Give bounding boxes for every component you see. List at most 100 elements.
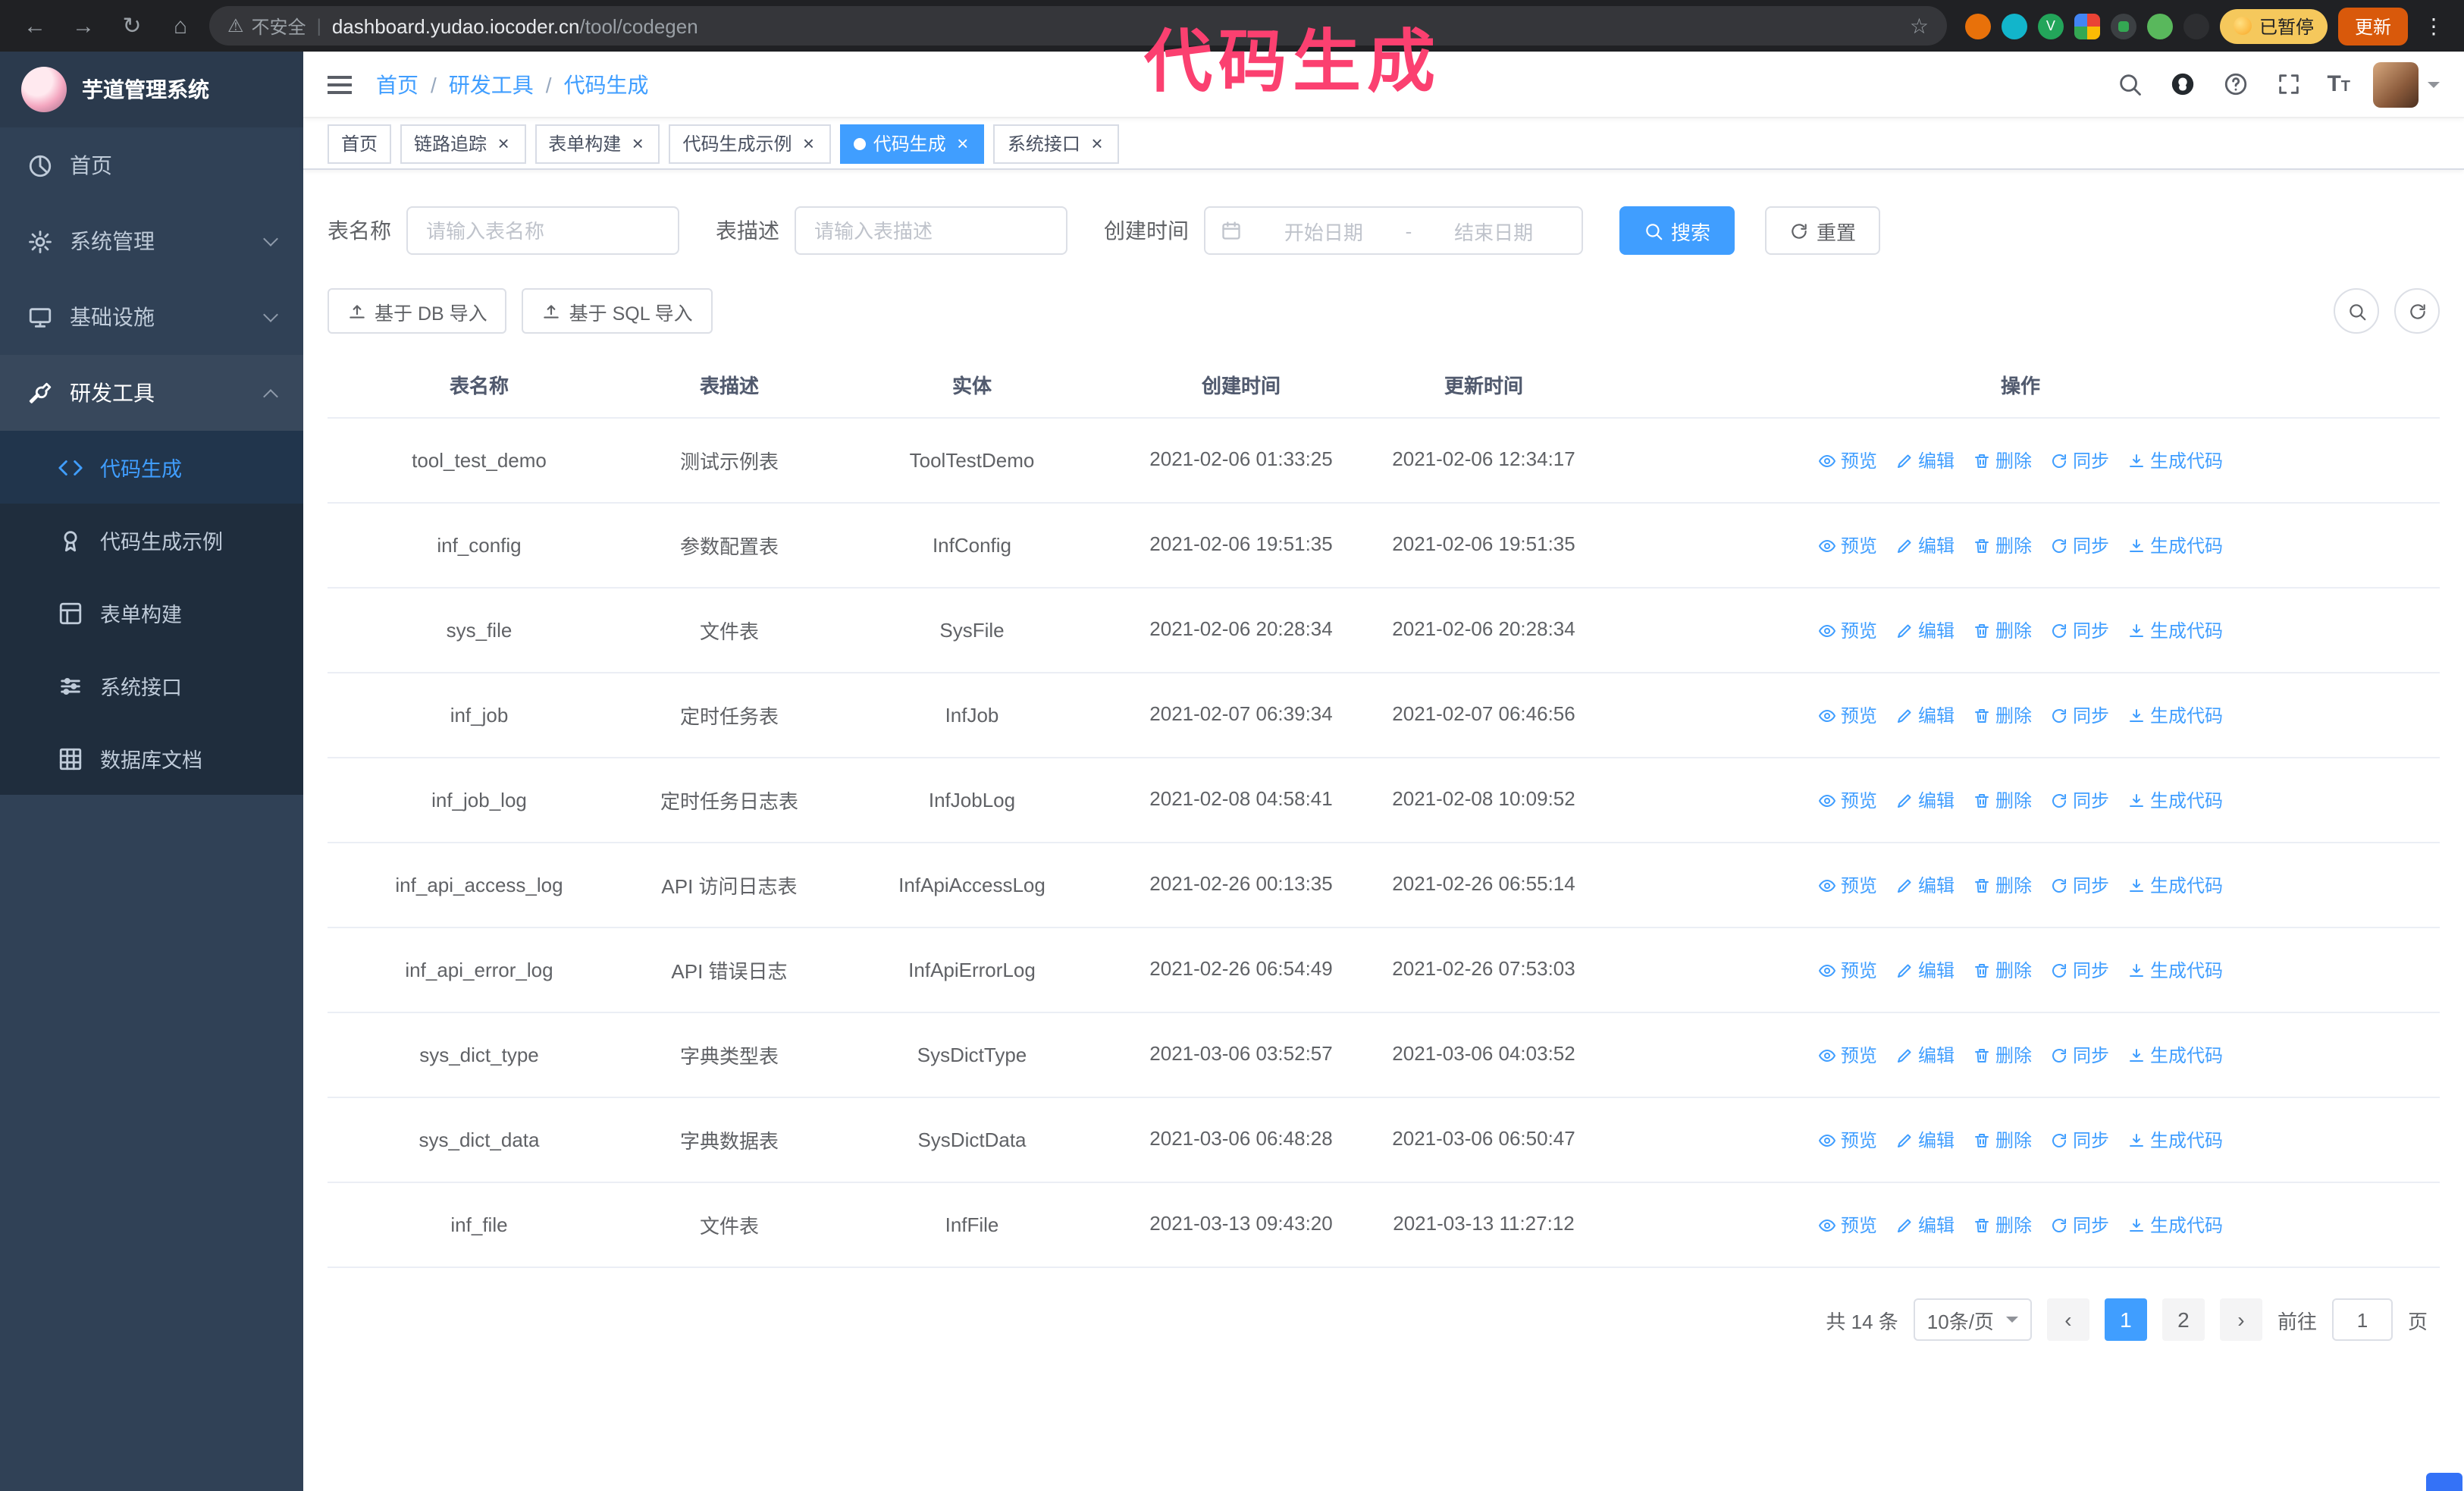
breadcrumb-devtools[interactable]: 研发工具	[449, 69, 534, 99]
preview-link[interactable]: 预览	[1818, 532, 1877, 558]
generate-code-link[interactable]: 生成代码	[2127, 787, 2223, 813]
bookmark-star-icon[interactable]: ☆	[1910, 13, 1929, 39]
tab[interactable]: 链路追踪 ×	[400, 124, 526, 163]
preview-link[interactable]: 预览	[1818, 702, 1877, 728]
page-button-1[interactable]: 1	[2104, 1298, 2147, 1341]
preview-link[interactable]: 预览	[1818, 787, 1877, 813]
browser-menu-icon[interactable]: ⋮	[2419, 13, 2449, 39]
sidebar-toggle-icon[interactable]	[328, 75, 352, 93]
sidebar-item-system[interactable]: 系统管理	[0, 203, 303, 279]
browser-forward-icon[interactable]: →	[64, 6, 103, 46]
extension-icon[interactable]	[1964, 13, 1991, 39]
page-size-select[interactable]: 10条/页	[1913, 1298, 2032, 1341]
import-sql-button[interactable]: 基于 SQL 导入	[522, 288, 713, 334]
preview-link[interactable]: 预览	[1818, 1212, 1877, 1238]
delete-link[interactable]: 删除	[1973, 1127, 2032, 1153]
generate-code-link[interactable]: 生成代码	[2127, 532, 2223, 558]
table-name-input[interactable]	[406, 206, 679, 255]
edit-link[interactable]: 编辑	[1895, 1042, 1955, 1068]
sidebar-item-form-builder[interactable]: 表单构建	[0, 576, 303, 649]
delete-link[interactable]: 删除	[1973, 532, 2032, 558]
sync-link[interactable]: 同步	[2050, 872, 2109, 898]
sidebar-item-devtools[interactable]: 研发工具	[0, 355, 303, 431]
table-desc-input[interactable]	[795, 206, 1067, 255]
sidebar-item-codegen-example[interactable]: 代码生成示例	[0, 504, 303, 576]
edit-link[interactable]: 编辑	[1895, 957, 1955, 983]
sync-link[interactable]: 同步	[2050, 702, 2109, 728]
extension-icon[interactable]	[2146, 13, 2173, 39]
sync-link[interactable]: 同步	[2050, 447, 2109, 473]
browser-reload-icon[interactable]: ↻	[112, 6, 152, 46]
delete-link[interactable]: 删除	[1973, 1212, 2032, 1238]
generate-code-link[interactable]: 生成代码	[2127, 1042, 2223, 1068]
edit-link[interactable]: 编辑	[1895, 1127, 1955, 1153]
page-button-2[interactable]: 2	[2161, 1298, 2205, 1341]
sidebar-item-api[interactable]: 系统接口	[0, 649, 303, 722]
edit-link[interactable]: 编辑	[1895, 532, 1955, 558]
preview-link[interactable]: 预览	[1818, 957, 1877, 983]
sync-link[interactable]: 同步	[2050, 1212, 2109, 1238]
generate-code-link[interactable]: 生成代码	[2127, 957, 2223, 983]
browser-update-button[interactable]: 更新	[2337, 7, 2408, 45]
extension-icon[interactable]	[2183, 13, 2209, 39]
edit-link[interactable]: 编辑	[1895, 702, 1955, 728]
preview-link[interactable]: 预览	[1818, 447, 1877, 473]
address-bar[interactable]: ⚠ 不安全 | dashboard.yudao.iocoder.cn/tool/…	[209, 6, 1947, 46]
reset-button[interactable]: 重置	[1765, 206, 1881, 255]
delete-link[interactable]: 删除	[1973, 447, 2032, 473]
user-menu[interactable]	[2373, 61, 2440, 107]
preview-link[interactable]: 预览	[1818, 872, 1877, 898]
sidebar-item-db-doc[interactable]: 数据库文档	[0, 722, 303, 795]
edit-link[interactable]: 编辑	[1895, 787, 1955, 813]
tab-close-icon[interactable]: ×	[954, 133, 971, 153]
breadcrumb-home[interactable]: 首页	[376, 69, 419, 99]
delete-link[interactable]: 删除	[1973, 617, 2032, 643]
tab[interactable]: 代码生成示例 ×	[669, 124, 831, 163]
toggle-search-button[interactable]	[2334, 288, 2379, 334]
corner-widget[interactable]	[2426, 1473, 2462, 1491]
sync-link[interactable]: 同步	[2050, 617, 2109, 643]
tab[interactable]: 表单构建 ×	[534, 124, 660, 163]
github-icon[interactable]	[2168, 69, 2198, 99]
tab-close-icon[interactable]: ×	[629, 133, 646, 153]
sidebar-item-infra[interactable]: 基础设施	[0, 279, 303, 355]
delete-link[interactable]: 删除	[1973, 702, 2032, 728]
edit-link[interactable]: 编辑	[1895, 617, 1955, 643]
generate-code-link[interactable]: 生成代码	[2127, 447, 2223, 473]
next-page-button[interactable]: ›	[2219, 1298, 2262, 1341]
prev-page-button[interactable]: ‹	[2046, 1298, 2089, 1341]
import-db-button[interactable]: 基于 DB 导入	[328, 288, 507, 334]
sync-link[interactable]: 同步	[2050, 532, 2109, 558]
help-icon[interactable]	[2221, 69, 2251, 99]
delete-link[interactable]: 删除	[1973, 1042, 2032, 1068]
tab[interactable]: 首页	[328, 124, 392, 163]
date-range-picker[interactable]: 开始日期 - 结束日期	[1204, 206, 1583, 255]
preview-link[interactable]: 预览	[1818, 617, 1877, 643]
delete-link[interactable]: 删除	[1973, 872, 2032, 898]
sync-link[interactable]: 同步	[2050, 957, 2109, 983]
sidebar-item-home[interactable]: 首页	[0, 127, 303, 203]
sync-link[interactable]: 同步	[2050, 1042, 2109, 1068]
preview-link[interactable]: 预览	[1818, 1042, 1877, 1068]
sync-link[interactable]: 同步	[2050, 787, 2109, 813]
browser-home-icon[interactable]: ⌂	[161, 6, 200, 46]
tab[interactable]: 系统接口 ×	[993, 124, 1120, 163]
edit-link[interactable]: 编辑	[1895, 872, 1955, 898]
generate-code-link[interactable]: 生成代码	[2127, 1127, 2223, 1153]
search-button[interactable]: 搜索	[1619, 206, 1735, 255]
extension-icon[interactable]	[2110, 13, 2136, 39]
extension-icon[interactable]	[2001, 13, 2027, 39]
security-warning[interactable]: ⚠ 不安全	[227, 13, 306, 39]
delete-link[interactable]: 删除	[1973, 787, 2032, 813]
browser-back-icon[interactable]: ←	[15, 6, 55, 46]
preview-link[interactable]: 预览	[1818, 1127, 1877, 1153]
search-icon[interactable]	[2114, 69, 2145, 99]
generate-code-link[interactable]: 生成代码	[2127, 872, 2223, 898]
generate-code-link[interactable]: 生成代码	[2127, 1212, 2223, 1238]
refresh-table-button[interactable]	[2394, 288, 2440, 334]
fullscreen-icon[interactable]	[2274, 69, 2304, 99]
sidebar-item-codegen[interactable]: 代码生成	[0, 431, 303, 504]
tab-close-icon[interactable]: ×	[1088, 133, 1105, 153]
sync-link[interactable]: 同步	[2050, 1127, 2109, 1153]
edit-link[interactable]: 编辑	[1895, 1212, 1955, 1238]
